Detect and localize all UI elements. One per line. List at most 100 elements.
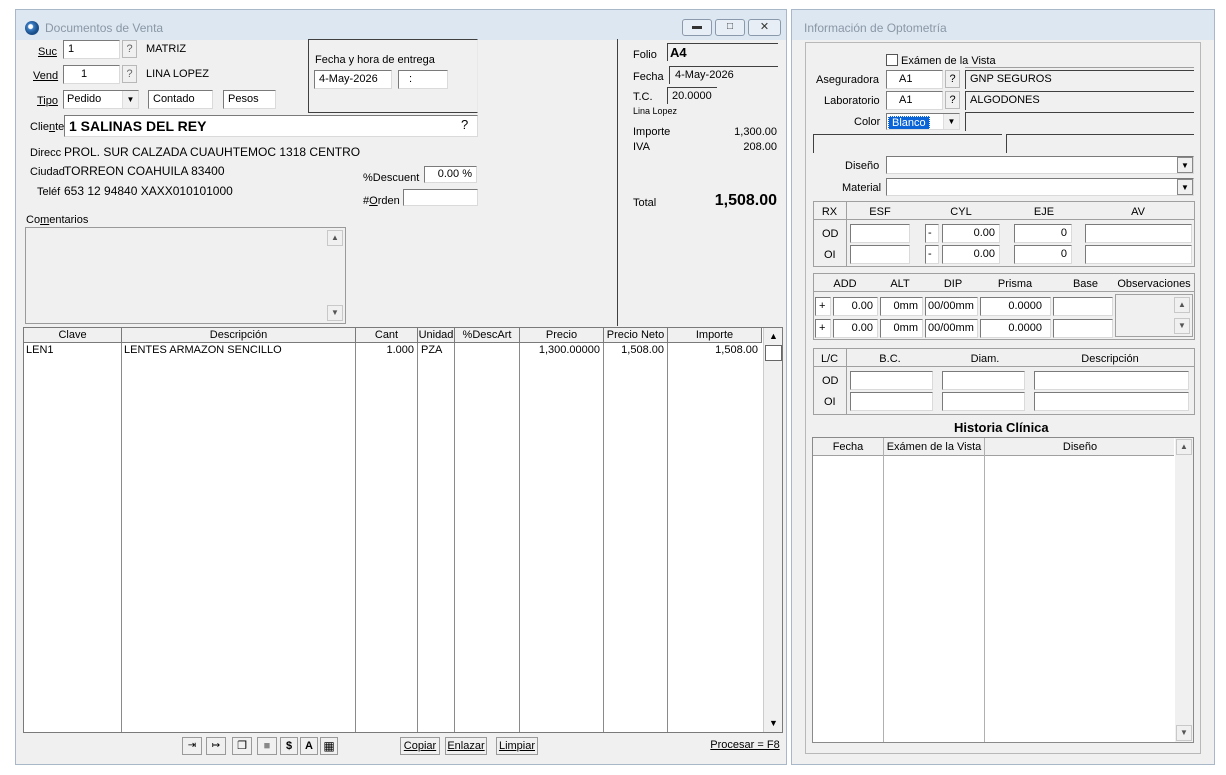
cliente-lookup-button[interactable]: ? xyxy=(461,118,468,132)
historia-title: Historia Clínica xyxy=(954,420,1049,435)
insert-row-icon[interactable]: ⇥ xyxy=(182,737,202,755)
lc-od-desc-field[interactable] xyxy=(1034,371,1189,390)
col-header-unidad[interactable]: Unidad xyxy=(418,328,455,343)
procesar-button[interactable]: Procesar = F8 xyxy=(708,737,782,755)
direcc-value: PROL. SUR CALZADA CUAUHTEMOC 1318 CENTRO xyxy=(64,145,361,159)
prisma-field[interactable]: 0.0000 xyxy=(980,319,1051,338)
delivery-date-field[interactable]: 4-May-2026 xyxy=(314,70,392,89)
historia-grid xyxy=(812,437,1194,743)
od-cyl-field[interactable]: 0.00 xyxy=(942,224,1000,243)
orden-field[interactable] xyxy=(403,189,478,206)
laboratorio-lookup-button[interactable]: ? xyxy=(945,91,960,109)
vend-lookup-button[interactable]: ? xyxy=(122,65,137,83)
payment-field[interactable]: Contado xyxy=(148,90,213,109)
lc-od-diam-field[interactable] xyxy=(942,371,1025,390)
grid-scrollbar[interactable]: ▲ ▼ xyxy=(763,328,782,732)
laboratorio-code-field[interactable]: A1 xyxy=(886,91,943,110)
observaciones-textarea[interactable]: ▲ ▼ xyxy=(1115,294,1193,337)
oi-cyl-field[interactable]: 0.00 xyxy=(942,245,1000,264)
col-header-importe[interactable]: Importe xyxy=(668,328,762,343)
prisma-field[interactable]: 0.0000 xyxy=(980,297,1051,316)
currency-field[interactable]: Pesos xyxy=(223,90,276,109)
scroll-up-icon[interactable]: ▲ xyxy=(1176,439,1192,455)
scroll-down-icon[interactable]: ▼ xyxy=(1176,725,1192,741)
od-av-field[interactable] xyxy=(1085,224,1192,243)
items-grid xyxy=(23,327,783,733)
add-sign-field[interactable]: + xyxy=(815,319,831,338)
folder-icon[interactable]: ■ xyxy=(257,737,277,755)
examen-checkbox[interactable] xyxy=(886,54,898,66)
od-esf-field[interactable] xyxy=(850,224,910,243)
enlazar-button[interactable]: Enlazar xyxy=(445,737,487,755)
col-header-descart[interactable]: %DescArt xyxy=(455,328,520,343)
limpiar-button[interactable]: Limpiar xyxy=(496,737,538,755)
eje-header: EJE xyxy=(1033,206,1055,218)
lc-oi-desc-field[interactable] xyxy=(1034,392,1189,411)
comentarios-textarea[interactable]: ▲ ▼ xyxy=(25,227,346,324)
ciudad-value: TORREON COAHUILA 83400 xyxy=(64,164,225,178)
vend-field[interactable]: 1 xyxy=(63,65,120,84)
cell-descart xyxy=(456,343,460,357)
oi-sign-field[interactable]: - xyxy=(925,245,939,264)
suc-field[interactable]: 1 xyxy=(63,40,120,59)
oi-av-field[interactable] xyxy=(1085,245,1192,264)
dollar-button[interactable]: $ xyxy=(280,737,298,755)
descuento-field[interactable]: 0.00 % xyxy=(424,166,477,183)
scroll-up-icon[interactable]: ▲ xyxy=(1174,297,1190,313)
alt-field[interactable]: 0mm xyxy=(880,319,923,338)
scroll-thumb[interactable] xyxy=(765,345,782,361)
aseguradora-lookup-button[interactable]: ? xyxy=(945,70,960,88)
scroll-down-icon[interactable]: ▼ xyxy=(765,716,782,731)
base-field[interactable] xyxy=(1053,297,1113,316)
oi-eje-field[interactable]: 0 xyxy=(1014,245,1072,264)
close-button[interactable]: ✕ xyxy=(748,19,781,36)
historia-examen-header[interactable]: Exámen de la Vista xyxy=(884,440,984,454)
minimize-button[interactable]: ▬ xyxy=(682,19,712,36)
col-header-precio-neto[interactable]: Precio Neto xyxy=(604,328,668,343)
col-header-descripcion[interactable]: Descripción xyxy=(122,328,356,343)
historia-fecha-header[interactable]: Fecha xyxy=(813,440,883,454)
dip-field[interactable]: 00/00mm xyxy=(925,319,978,338)
scroll-up-icon[interactable]: ▲ xyxy=(327,230,343,246)
scroll-down-icon[interactable]: ▼ xyxy=(1174,318,1190,334)
col-header-precio[interactable]: Precio xyxy=(520,328,604,343)
delivery-time-field[interactable]: : xyxy=(398,70,448,89)
suc-lookup-button[interactable]: ? xyxy=(122,40,137,58)
col-header-cant[interactable]: Cant xyxy=(356,328,418,343)
chevron-down-icon: ▼ xyxy=(1177,157,1193,173)
tc-value: 20.0000 xyxy=(667,87,717,104)
add-sign-field[interactable]: + xyxy=(815,297,831,316)
base-field[interactable] xyxy=(1053,319,1113,338)
optometry-window-title: Información de Optometría xyxy=(804,21,947,35)
delivery-label: Fecha y hora de entrega xyxy=(315,54,435,66)
color-select[interactable]: Blanco ▼ xyxy=(886,113,960,130)
add-value-field[interactable]: 0.00 xyxy=(833,297,878,316)
scroll-down-icon[interactable]: ▼ xyxy=(327,305,343,321)
historia-scrollbar[interactable]: ▲ ▼ xyxy=(1175,438,1193,742)
lc-oi-bc-field[interactable] xyxy=(850,392,933,411)
append-row-icon[interactable]: ↦ xyxy=(206,737,226,755)
calculator-icon[interactable]: ▦ xyxy=(320,737,338,755)
diseno-select[interactable]: ▼ xyxy=(886,156,1194,174)
lc-oi-diam-field[interactable] xyxy=(942,392,1025,411)
historia-diseno-header[interactable]: Diseño xyxy=(986,440,1174,454)
col-header-clave[interactable]: Clave xyxy=(24,328,122,343)
copiar-button[interactable]: Copiar xyxy=(400,737,440,755)
material-select[interactable]: ▼ xyxy=(886,178,1194,196)
copy-document-icon[interactable]: ❐ xyxy=(232,737,252,755)
tipo-select[interactable]: Pedido ▼ xyxy=(63,90,139,109)
alt-field[interactable]: 0mm xyxy=(880,297,923,316)
tc-label: T.C. xyxy=(633,91,653,103)
oi-esf-field[interactable] xyxy=(850,245,910,264)
aseguradora-code-field[interactable]: A1 xyxy=(886,70,943,89)
od-eje-field[interactable]: 0 xyxy=(1014,224,1072,243)
add-value-field[interactable]: 0.00 xyxy=(833,319,878,338)
lc-od-bc-field[interactable] xyxy=(850,371,933,390)
scroll-up-icon[interactable]: ▲ xyxy=(765,329,782,344)
od-label: OD xyxy=(822,228,839,240)
a-button[interactable]: A xyxy=(300,737,318,755)
dip-field[interactable]: 00/00mm xyxy=(925,297,978,316)
cliente-field[interactable]: 1 SALINAS DEL REY xyxy=(64,115,478,137)
maximize-button[interactable]: □ xyxy=(715,19,745,36)
od-sign-field[interactable]: - xyxy=(925,224,939,243)
